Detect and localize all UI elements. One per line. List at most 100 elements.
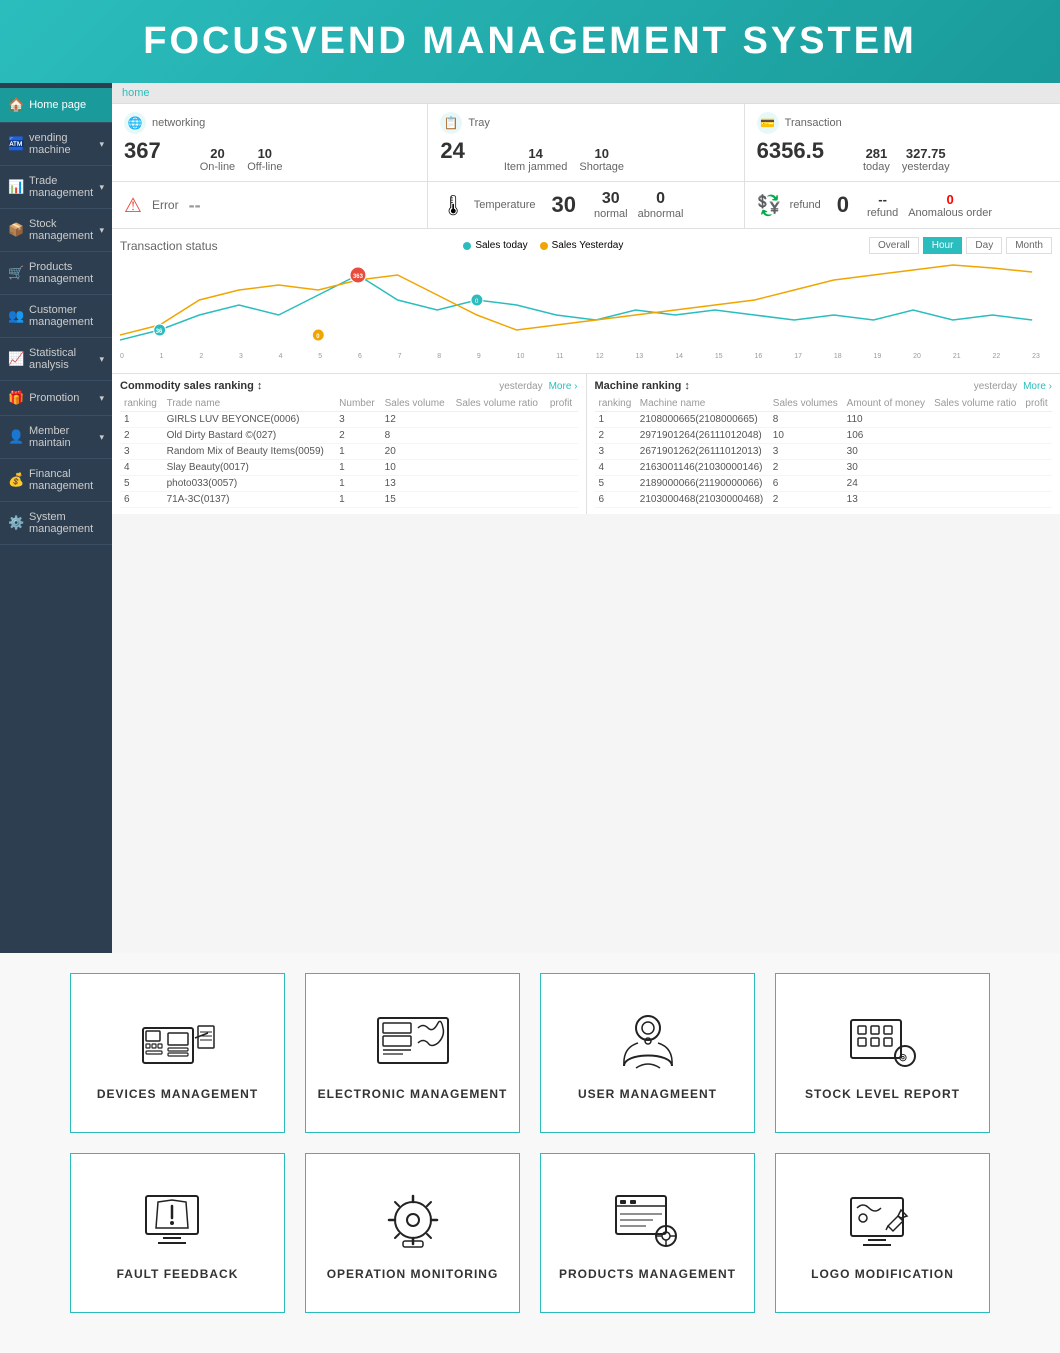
refund-label: refund: [790, 199, 821, 211]
networking-subs: 20 On-line 10 Off-line: [200, 146, 283, 173]
fault-icon: [138, 1185, 218, 1255]
sidebar-item-trade[interactable]: 📊 Trade management ▾: [0, 166, 112, 209]
stat-sub-offline: 10 Off-line: [247, 146, 282, 173]
table-row: 62103000468(21030000468)213: [595, 492, 1053, 508]
stat-transaction: 💳 Transaction 6356.5 281 today 327.75 ye…: [745, 104, 1060, 181]
card-logo[interactable]: LOGO MODIFICATION: [775, 1153, 990, 1313]
operation-label: OPERATION MONITORING: [327, 1267, 499, 1281]
tray-label: Tray: [468, 117, 490, 129]
legend-dot-today: [463, 242, 471, 250]
sidebar-item-system[interactable]: ⚙️ System management: [0, 502, 112, 545]
svg-text:12: 12: [596, 353, 604, 360]
stat-temperature: 🌡 Temperature 30 30 normal 0 abnormal: [428, 182, 744, 228]
sidebar-item-customer[interactable]: 👥 Customer management: [0, 295, 112, 338]
svg-text:4: 4: [279, 353, 283, 360]
card-products[interactable]: PRODUCTS MANAGEMENT: [540, 1153, 755, 1313]
tab-day[interactable]: Day: [966, 237, 1002, 254]
sidebar-item-stock[interactable]: 📦 Stock management ▾: [0, 209, 112, 252]
breadcrumb-home[interactable]: home: [122, 87, 150, 99]
chevron-icon: ▾: [99, 225, 104, 236]
member-icon: 👤: [8, 429, 24, 445]
svg-text:9: 9: [477, 353, 481, 360]
stock-icon: 📦: [8, 222, 24, 238]
col-profit: profit: [1021, 396, 1052, 412]
machine-meta: yesterday More ›: [974, 381, 1052, 392]
customer-icon: 👥: [8, 308, 24, 324]
table-row: 3Random Mix of Beauty Items(0059)120: [120, 444, 578, 460]
table-row: 52189000066(21190000066)624: [595, 476, 1053, 492]
stat-networking: 🌐 networking 367 20 On-line 10 Off-line: [112, 104, 428, 181]
stat-sub-jammed: 14 Item jammed: [504, 146, 568, 173]
col-ratio: Sales volume ratio: [930, 396, 1021, 412]
commodity-title: Commodity sales ranking ↕: [120, 380, 262, 392]
operation-icon: [373, 1185, 453, 1255]
sidebar-label-statistical: Statistical analysis: [29, 347, 94, 371]
sidebar: 🏠 Home page 🏧 vending machine ▾ 📊 Trade …: [0, 83, 112, 953]
machine-table-header: Machine ranking ↕ yesterday More ›: [595, 380, 1053, 392]
today-label: today: [863, 161, 890, 173]
tab-month[interactable]: Month: [1006, 237, 1052, 254]
chevron-icon: ▾: [99, 432, 104, 443]
card-operation[interactable]: OPERATION MONITORING: [305, 1153, 520, 1313]
user-icon: [608, 1005, 688, 1075]
svg-text:18: 18: [834, 353, 842, 360]
legend-today: Sales today: [463, 240, 527, 251]
stat-sub-today: 281 today: [863, 146, 890, 173]
machine-yesterday: yesterday: [974, 381, 1017, 392]
stat-refund: 💱 refund 0 -- refund 0 Anomalous order: [745, 182, 1060, 228]
chart-legend: Sales today Sales Yesterday: [463, 240, 623, 251]
devices-icon: [138, 1005, 218, 1075]
sidebar-item-promotion[interactable]: 🎁 Promotion ▾: [0, 381, 112, 416]
refund-sub1-label: refund: [867, 207, 898, 219]
col-profit: profit: [546, 396, 578, 412]
machine-table: ranking Machine name Sales volumes Amoun…: [595, 396, 1053, 508]
sidebar-item-financial[interactable]: 💰 Financal management: [0, 459, 112, 502]
bottom-grid-section: DEVICES MANAGEMENT ELECTRONIC MANAGEMENT: [0, 953, 1060, 1353]
svg-text:◎: ◎: [899, 1052, 907, 1062]
chart-canvas: 0 1 2 3 4 5 6 7 8 9 10 11 12 13 14 15 16: [120, 260, 1052, 365]
stat-tray: 📋 Tray 24 14 Item jammed 10 Shortage: [428, 104, 744, 181]
sidebar-item-statistical[interactable]: 📈 Statistical analysis ▾: [0, 338, 112, 381]
stat-header-tray: 📋 Tray: [440, 112, 731, 134]
tab-hour[interactable]: Hour: [923, 237, 963, 254]
sidebar-label-system: System management: [29, 511, 104, 535]
sidebar-label-promotion: Promotion: [29, 392, 79, 404]
svg-text:0: 0: [120, 353, 124, 360]
yesterday-value: 327.75: [902, 146, 950, 161]
card-devices[interactable]: DEVICES MANAGEMENT: [70, 973, 285, 1133]
networking-numbers: 367 20 On-line 10 Off-line: [124, 138, 415, 173]
svg-text:17: 17: [794, 353, 802, 360]
error-value: --: [189, 195, 201, 216]
machine-title: Machine ranking ↕: [595, 380, 690, 392]
card-electronic[interactable]: ELECTRONIC MANAGEMENT: [305, 973, 520, 1133]
sidebar-item-member[interactable]: 👤 Member maintain ▾: [0, 416, 112, 459]
legend-yesterday: Sales Yesterday: [540, 240, 624, 251]
promotion-icon: 🎁: [8, 390, 24, 406]
sidebar-item-products[interactable]: 🛒 Products management: [0, 252, 112, 295]
refund-main: 0: [837, 192, 849, 218]
tab-overall[interactable]: Overall: [869, 237, 919, 254]
sidebar-item-vending[interactable]: 🏧 vending machine ▾: [0, 123, 112, 166]
card-user[interactable]: USER MANAGMEENT: [540, 973, 755, 1133]
commodity-more[interactable]: More ›: [549, 381, 578, 392]
error-label: Error: [152, 198, 179, 212]
offline-label: Off-line: [247, 161, 282, 173]
table-row: 1GIRLS LUV BEYONCE(0006)312: [120, 412, 578, 428]
refund-sub1: -- refund: [867, 192, 898, 219]
card-fault[interactable]: FAULT FEEDBACK: [70, 1153, 285, 1313]
today-value: 281: [863, 146, 890, 161]
networking-icon: 🌐: [124, 112, 146, 134]
tray-main: 24: [440, 138, 464, 164]
sidebar-item-home[interactable]: 🏠 Home page: [0, 88, 112, 123]
chart-title: Transaction status: [120, 239, 218, 253]
sidebar-label-vending: vending machine: [29, 132, 94, 156]
networking-label: networking: [152, 117, 205, 129]
card-stock-level[interactable]: ◎ STOCK LEVEL REPORT: [775, 973, 990, 1133]
table-row: 671A-3C(0137)115: [120, 492, 578, 508]
col-ranking: ranking: [595, 396, 636, 412]
sidebar-label-home: Home page: [29, 99, 86, 111]
stat-header-transaction: 💳 Transaction: [757, 112, 1048, 134]
machine-more[interactable]: More ›: [1023, 381, 1052, 392]
app-title: FOCUSVEND MANAGEMENT SYSTEM: [0, 20, 1060, 63]
svg-text:23: 23: [1032, 353, 1040, 360]
